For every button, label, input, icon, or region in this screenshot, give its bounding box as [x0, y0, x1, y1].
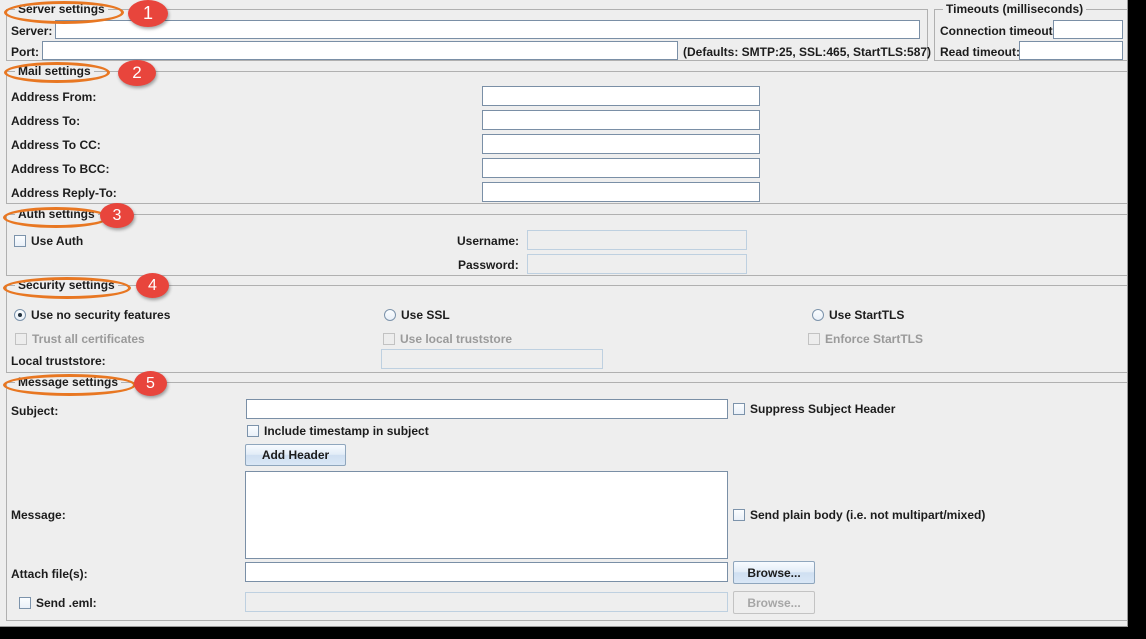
- checkbox-use-local-truststore[interactable]: Use local truststore: [383, 332, 512, 346]
- checkbox-icon: [14, 235, 26, 247]
- send-eml-browse-button[interactable]: Browse...: [733, 591, 815, 614]
- radio-use-no-security[interactable]: Use no security features: [14, 308, 170, 322]
- send-plain-body-label: Send plain body (i.e. not multipart/mixe…: [750, 508, 986, 522]
- radio-unselected-icon: [384, 309, 396, 321]
- radio-selected-icon: [14, 309, 26, 321]
- radio-use-starttls-label: Use StartTLS: [829, 308, 905, 322]
- message-label: Message:: [11, 508, 66, 522]
- checkbox-include-timestamp[interactable]: Include timestamp in subject: [247, 424, 429, 438]
- send-eml-label: Send .eml:: [36, 596, 97, 610]
- address-to-input[interactable]: [482, 110, 760, 130]
- use-auth-label: Use Auth: [31, 234, 84, 248]
- checkbox-icon: [383, 333, 395, 345]
- security-settings-legend: Security settings: [15, 278, 118, 292]
- use-local-truststore-label: Use local truststore: [400, 332, 513, 346]
- radio-use-ssl[interactable]: Use SSL: [384, 308, 450, 322]
- server-label: Server:: [11, 24, 53, 38]
- radio-use-starttls[interactable]: Use StartTLS: [812, 308, 904, 322]
- radio-use-ssl-label: Use SSL: [401, 308, 450, 322]
- add-header-button[interactable]: Add Header: [245, 444, 346, 466]
- address-to-bcc-label: Address To BCC:: [11, 162, 110, 176]
- port-input[interactable]: [42, 41, 678, 60]
- port-label: Port:: [11, 45, 39, 59]
- use-auth-checkbox[interactable]: Use Auth: [14, 234, 83, 248]
- checkbox-suppress-subject-header[interactable]: Suppress Subject Header: [733, 402, 895, 416]
- username-label: Username:: [457, 234, 520, 248]
- address-reply-to-label: Address Reply-To:: [11, 186, 117, 200]
- subject-label: Subject:: [11, 404, 59, 418]
- address-to-cc-input[interactable]: [482, 134, 760, 154]
- address-to-label: Address To:: [11, 114, 81, 128]
- suppress-subject-header-label: Suppress Subject Header: [750, 402, 896, 416]
- read-timeout-input[interactable]: [1019, 41, 1123, 60]
- auth-settings-legend: Auth settings: [15, 207, 98, 221]
- radio-unselected-icon: [812, 309, 824, 321]
- mail-settings-legend: Mail settings: [15, 64, 94, 78]
- address-from-label: Address From:: [11, 90, 97, 104]
- connection-timeout-label: Connection timeout:: [940, 24, 1057, 38]
- address-from-input[interactable]: [482, 86, 760, 106]
- include-timestamp-label: Include timestamp in subject: [264, 424, 429, 438]
- send-eml-input[interactable]: [245, 592, 728, 612]
- attach-files-input[interactable]: [245, 562, 728, 582]
- address-to-cc-label: Address To CC:: [11, 138, 101, 152]
- local-truststore-input[interactable]: [381, 349, 603, 369]
- address-to-bcc-input[interactable]: [482, 158, 760, 178]
- checkbox-icon: [733, 403, 745, 415]
- attach-browse-button[interactable]: Browse...: [733, 561, 815, 584]
- checkbox-trust-all-certificates[interactable]: Trust all certificates: [15, 332, 145, 346]
- smtp-sampler-panel: Server settings Server: Port: (Defaults:…: [0, 0, 1128, 627]
- radio-use-no-security-label: Use no security features: [31, 308, 171, 322]
- enforce-starttls-label: Enforce StartTLS: [825, 332, 924, 346]
- timeouts-legend: Timeouts (milliseconds): [943, 2, 1087, 16]
- read-timeout-label: Read timeout:: [940, 45, 1021, 59]
- address-reply-to-input[interactable]: [482, 182, 760, 202]
- port-defaults-hint: (Defaults: SMTP:25, SSL:465, StartTLS:58…: [683, 45, 932, 59]
- checkbox-send-eml[interactable]: Send .eml:: [19, 596, 97, 610]
- checkbox-icon: [247, 425, 259, 437]
- local-truststore-label: Local truststore:: [11, 354, 106, 368]
- checkbox-icon: [19, 597, 31, 609]
- message-textarea[interactable]: [245, 471, 728, 559]
- connection-timeout-input[interactable]: [1053, 20, 1123, 39]
- password-label: Password:: [458, 258, 519, 272]
- server-settings-legend: Server settings: [15, 2, 108, 16]
- server-input[interactable]: [55, 20, 920, 39]
- checkbox-icon: [15, 333, 27, 345]
- username-input[interactable]: [527, 230, 747, 250]
- checkbox-send-plain-body[interactable]: Send plain body (i.e. not multipart/mixe…: [733, 508, 985, 522]
- checkbox-icon: [733, 509, 745, 521]
- message-settings-legend: Message settings: [15, 375, 122, 389]
- checkbox-enforce-starttls[interactable]: Enforce StartTLS: [808, 332, 923, 346]
- attach-files-label: Attach file(s):: [11, 567, 88, 581]
- checkbox-icon: [808, 333, 820, 345]
- trust-all-certificates-label: Trust all certificates: [32, 332, 145, 346]
- subject-input[interactable]: [246, 399, 728, 419]
- password-input[interactable]: [527, 254, 747, 274]
